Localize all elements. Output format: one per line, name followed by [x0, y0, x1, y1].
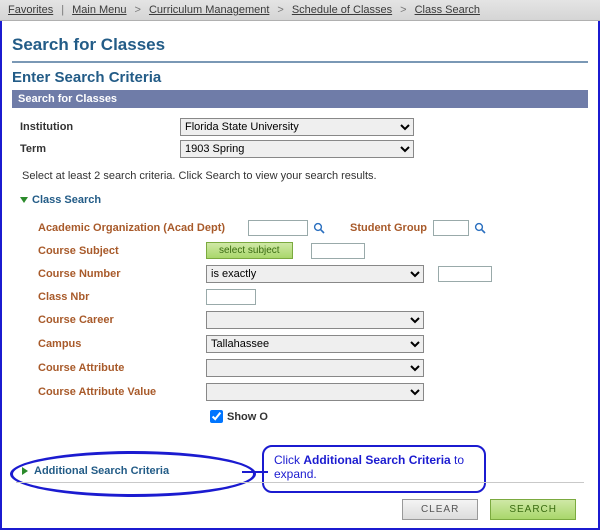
- class-nbr-label: Class Nbr: [38, 291, 206, 303]
- callout-text-bold: Additional Search Criteria: [303, 453, 450, 467]
- lookup-icon[interactable]: [312, 221, 326, 235]
- course-number-label: Course Number: [38, 268, 206, 280]
- section-title: Enter Search Criteria: [12, 69, 588, 86]
- search-button[interactable]: SEARCH: [490, 499, 576, 520]
- course-attr-value-select[interactable]: [206, 383, 424, 401]
- show-open-label: Show O: [227, 411, 268, 423]
- crumb-schedule-of-classes[interactable]: Schedule of Classes: [288, 4, 396, 16]
- chevron-right-icon: >: [131, 4, 145, 16]
- crumb-sep: |: [57, 4, 68, 16]
- chevron-right-icon: >: [273, 4, 287, 16]
- callout-text-pre: Click: [274, 453, 303, 467]
- chevron-right-icon: >: [396, 4, 410, 16]
- acad-org-label: Academic Organization (Acad Dept): [38, 222, 248, 234]
- institution-select[interactable]: Florida State University: [180, 118, 414, 136]
- crumb-curriculum-management[interactable]: Curriculum Management: [145, 4, 273, 16]
- lookup-icon[interactable]: [473, 221, 487, 235]
- section-bar: Search for Classes: [12, 90, 588, 108]
- triangle-right-icon[interactable]: [22, 467, 28, 475]
- app-frame: Search for Classes Enter Search Criteria…: [0, 21, 600, 530]
- course-subject-input[interactable]: [311, 243, 365, 259]
- additional-search-criteria-link[interactable]: Additional Search Criteria: [34, 465, 169, 477]
- divider: [16, 482, 584, 483]
- student-group-label: Student Group: [350, 222, 427, 234]
- campus-label: Campus: [38, 338, 206, 350]
- crumb-class-search[interactable]: Class Search: [411, 4, 484, 16]
- course-career-label: Course Career: [38, 314, 206, 326]
- clear-button[interactable]: CLEAR: [402, 499, 478, 520]
- term-select[interactable]: 1903 Spring: [180, 140, 414, 158]
- crumb-favorites[interactable]: Favorites: [4, 4, 57, 16]
- course-attribute-select[interactable]: [206, 359, 424, 377]
- term-label: Term: [14, 143, 180, 155]
- course-number-op-select[interactable]: is exactly: [206, 265, 424, 283]
- course-attr-value-label: Course Attribute Value: [38, 386, 206, 398]
- course-number-input[interactable]: [438, 266, 492, 282]
- divider: [12, 61, 588, 63]
- acad-org-input[interactable]: [248, 220, 308, 236]
- search-hint: Select at least 2 search criteria. Click…: [22, 170, 578, 182]
- page-title: Search for Classes: [12, 35, 588, 55]
- class-search-header[interactable]: Class Search: [32, 194, 101, 206]
- breadcrumb: Favorites | Main Menu > Curriculum Manag…: [0, 0, 600, 21]
- campus-select[interactable]: Tallahassee: [206, 335, 424, 353]
- crumb-main-menu[interactable]: Main Menu: [68, 4, 130, 16]
- select-subject-button[interactable]: select subject: [206, 242, 293, 259]
- class-nbr-input[interactable]: [206, 289, 256, 305]
- course-career-select[interactable]: [206, 311, 424, 329]
- institution-label: Institution: [14, 121, 180, 133]
- student-group-input[interactable]: [433, 220, 469, 236]
- show-open-checkbox[interactable]: [210, 410, 223, 423]
- course-attribute-label: Course Attribute: [38, 362, 206, 374]
- triangle-down-icon[interactable]: [20, 197, 28, 203]
- course-subject-label: Course Subject: [38, 245, 206, 257]
- annotation-callout: Click Additional Search Criteria to expa…: [262, 445, 486, 493]
